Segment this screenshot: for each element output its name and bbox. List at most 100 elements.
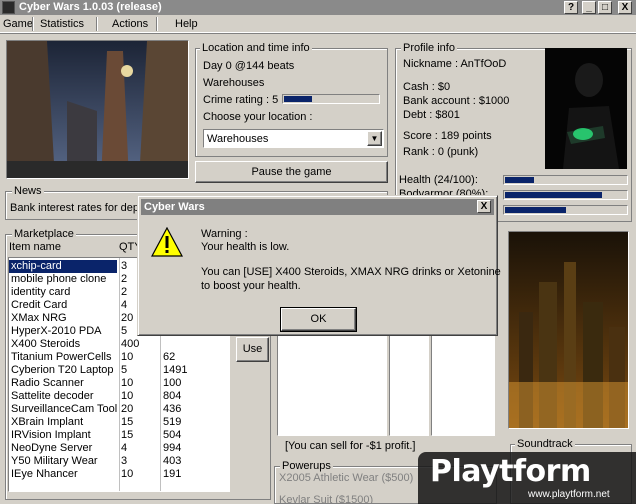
menu-bar: Game Statistics Actions Help: [0, 15, 636, 33]
item-qty: 3: [121, 455, 128, 467]
inventory-list-2[interactable]: [389, 330, 429, 436]
window-title: Cyber Wars 1.0.03 (release): [19, 1, 162, 13]
stat-bar-3: [503, 205, 628, 215]
item-name: SurveillanceCam Tool: [11, 403, 118, 415]
hacker-avatar-image: [545, 48, 627, 169]
pause-game-button[interactable]: Pause the game: [195, 161, 388, 183]
warning-line-1: Your health is low.: [201, 241, 290, 253]
close-icon[interactable]: X: [618, 1, 632, 14]
stat-bar-2: [503, 190, 628, 200]
inventory-list-1[interactable]: [277, 330, 387, 436]
item-name: Credit Card: [11, 299, 68, 311]
item-name: IRVision Implant: [11, 429, 91, 441]
ok-button[interactable]: OK: [280, 307, 357, 332]
item-name: X400 Steroids: [11, 338, 81, 350]
warning-line-2: You can [USE] X400 Steroids, XMAX NRG dr…: [201, 266, 501, 278]
location-select[interactable]: Warehouses ▼: [203, 129, 384, 148]
item-name: mobile phone clone: [11, 273, 107, 285]
pause-game-button-label: Pause the game: [251, 166, 332, 178]
list-item[interactable]: Radio Scanner: [9, 377, 229, 390]
list-item[interactable]: IEye Nhancer: [9, 468, 229, 481]
item-price: 191: [163, 468, 182, 480]
list-item[interactable]: NeoDyne Server: [9, 442, 229, 455]
powerups-group-label: Powerups: [280, 460, 333, 472]
item-qty: 400: [121, 338, 140, 350]
item-name: Sattelite decoder: [11, 390, 94, 402]
menu-statistics[interactable]: Statistics: [40, 17, 84, 31]
window-title-bar[interactable]: Cyber Wars 1.0.03 (release) ? _ □ X: [0, 0, 636, 15]
item-price: 436: [163, 403, 182, 415]
menu-game[interactable]: Game: [3, 17, 33, 31]
inventory-list-3[interactable]: [431, 330, 495, 436]
stat-bar-2-fill: [505, 192, 602, 198]
item-name: Y50 Military Wear: [11, 455, 98, 467]
choose-location-label: Choose your location :: [203, 111, 313, 123]
item-name: NeoDyne Server: [11, 442, 93, 454]
item-qty: 5: [121, 325, 128, 337]
item-price: 1491: [163, 364, 188, 376]
location-group-label: Location and time info: [200, 42, 312, 54]
news-group-label: News: [12, 185, 44, 197]
avatar: [545, 48, 627, 169]
item-qty: 2: [121, 273, 128, 285]
item-name: identity card: [11, 286, 71, 298]
list-item[interactable]: Titanium PowerCells: [9, 351, 229, 364]
column-item-name: Item name: [9, 241, 61, 253]
item-name: HyperX-2010 PDA: [11, 325, 102, 337]
item-price: 403: [163, 455, 182, 467]
menu-help[interactable]: Help: [175, 17, 198, 31]
use-button-label: Use: [242, 343, 263, 355]
profile-group-label: Profile info: [401, 42, 457, 54]
help-icon[interactable]: ?: [564, 1, 578, 14]
powerup-item[interactable]: Kevlar Suit ($1500): [279, 494, 373, 504]
day-time-label: Day 0 @144 beats: [203, 60, 295, 72]
rank-label: Rank : 0 (punk): [403, 146, 479, 158]
item-qty: 2: [121, 286, 128, 298]
item-price: 804: [163, 390, 182, 402]
item-name: XBrain Implant: [11, 416, 84, 428]
warning-icon: [151, 227, 183, 257]
soundtrack-group-label: Soundtrack: [515, 438, 575, 450]
list-item[interactable]: IRVision Implant: [9, 429, 229, 442]
list-item[interactable]: xchip-card: [9, 260, 117, 273]
item-qty: 4: [121, 299, 128, 311]
crime-rating-bar-fill: [284, 96, 312, 102]
item-qty: 15: [121, 429, 134, 441]
sell-profit-label: [You can sell for -$1 profit.]: [285, 440, 416, 452]
minimize-icon[interactable]: _: [582, 1, 596, 14]
item-name: IEye Nhancer: [11, 468, 78, 480]
score-label: Score : 189 points: [403, 130, 492, 142]
item-name: Cyberion T20 Laptop: [11, 364, 114, 376]
list-item[interactable]: X400 Steroids: [9, 338, 229, 351]
skyline-image: [509, 232, 628, 428]
item-qty: 4: [121, 442, 128, 454]
list-item[interactable]: Sattelite decoder: [9, 390, 229, 403]
debt-label: Debt : $801: [403, 109, 460, 121]
crime-rating-label: Crime rating : 5: [203, 94, 279, 106]
warning-line-3: to boost your health.: [201, 280, 301, 292]
item-qty: 15: [121, 416, 134, 428]
item-qty: 10: [121, 377, 134, 389]
list-item[interactable]: Cyberion T20 Laptop: [9, 364, 229, 377]
item-name: XMax NRG: [11, 312, 67, 324]
maximize-icon[interactable]: □: [598, 1, 612, 14]
menu-separator: [96, 17, 98, 31]
current-location-label: Warehouses: [203, 77, 265, 89]
use-button[interactable]: Use: [236, 337, 269, 362]
health-bar: [503, 175, 628, 185]
dialog-close-icon[interactable]: X: [477, 200, 491, 213]
health-bar-fill: [505, 177, 534, 183]
chevron-down-icon[interactable]: ▼: [367, 131, 382, 146]
menu-actions[interactable]: Actions: [112, 17, 148, 31]
warning-heading: Warning :: [201, 228, 248, 240]
list-item[interactable]: SurveillanceCam Tool: [9, 403, 229, 416]
powerup-item[interactable]: X2005 Athletic Wear ($500): [279, 472, 413, 485]
app-icon: [2, 1, 15, 14]
menu-separator: [156, 17, 158, 31]
warning-dialog: Cyber Wars X Warning : Your health is lo…: [137, 195, 501, 336]
list-item[interactable]: Y50 Military Wear: [9, 455, 229, 468]
item-qty: 10: [121, 351, 134, 363]
list-item[interactable]: XBrain Implant: [9, 416, 229, 429]
bank-label: Bank account : $1000: [403, 95, 510, 107]
dialog-title-bar[interactable]: Cyber Wars X: [141, 199, 494, 215]
